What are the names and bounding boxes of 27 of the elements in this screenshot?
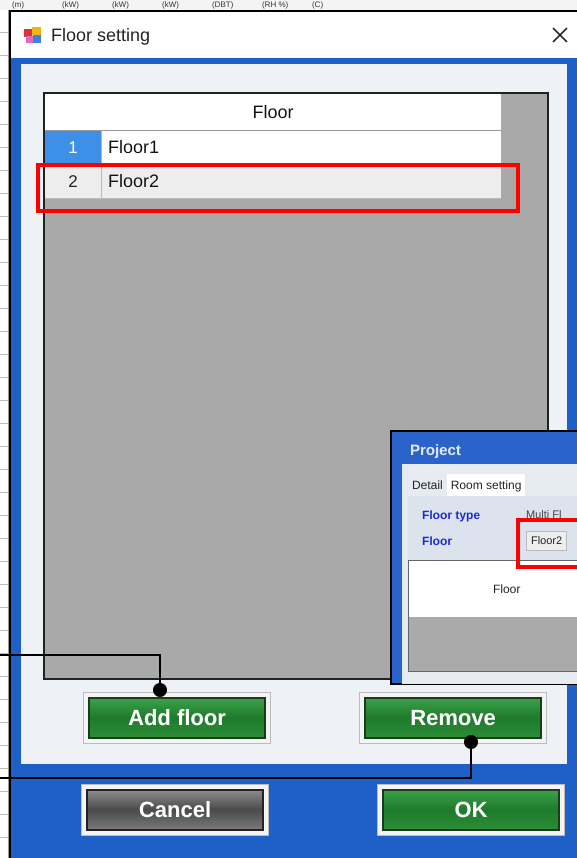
column-header: Floor	[409, 561, 577, 617]
unit-label: (m)	[12, 0, 25, 10]
unit-label: (DBT)	[212, 0, 234, 10]
unit-label: (C)	[312, 0, 324, 10]
close-icon[interactable]	[551, 26, 569, 44]
unit-label: (RH %)	[262, 0, 290, 10]
column-header: Floor	[45, 94, 501, 131]
tab[interactable]: Room setting	[446, 474, 526, 496]
unit-label: (kW)	[162, 0, 180, 10]
unit-label: (kW)	[62, 0, 80, 10]
window-title: Floor setting	[51, 24, 152, 46]
tab[interactable]: Detail	[408, 474, 447, 496]
dialog-button[interactable]: Cancel	[86, 789, 264, 831]
field-value: Multi Fl	[526, 509, 562, 521]
row-number[interactable]: 2	[45, 165, 102, 198]
floor-dropdown[interactable]: Floor2	[526, 531, 568, 551]
dialog-button[interactable]: OK	[382, 789, 560, 831]
app-icon	[23, 26, 43, 44]
unit-label: (kW)	[112, 0, 130, 10]
table-cell[interactable]: Floor2	[102, 165, 160, 198]
field-label: Floor	[421, 534, 453, 548]
action-button[interactable]: Add floor	[88, 697, 266, 739]
table-cell[interactable]: Floor1	[102, 131, 160, 164]
field-label: Floor type	[421, 508, 482, 522]
highlight-frame	[516, 518, 577, 569]
window-title: Project	[409, 441, 462, 461]
action-button[interactable]: Remove	[364, 697, 542, 739]
